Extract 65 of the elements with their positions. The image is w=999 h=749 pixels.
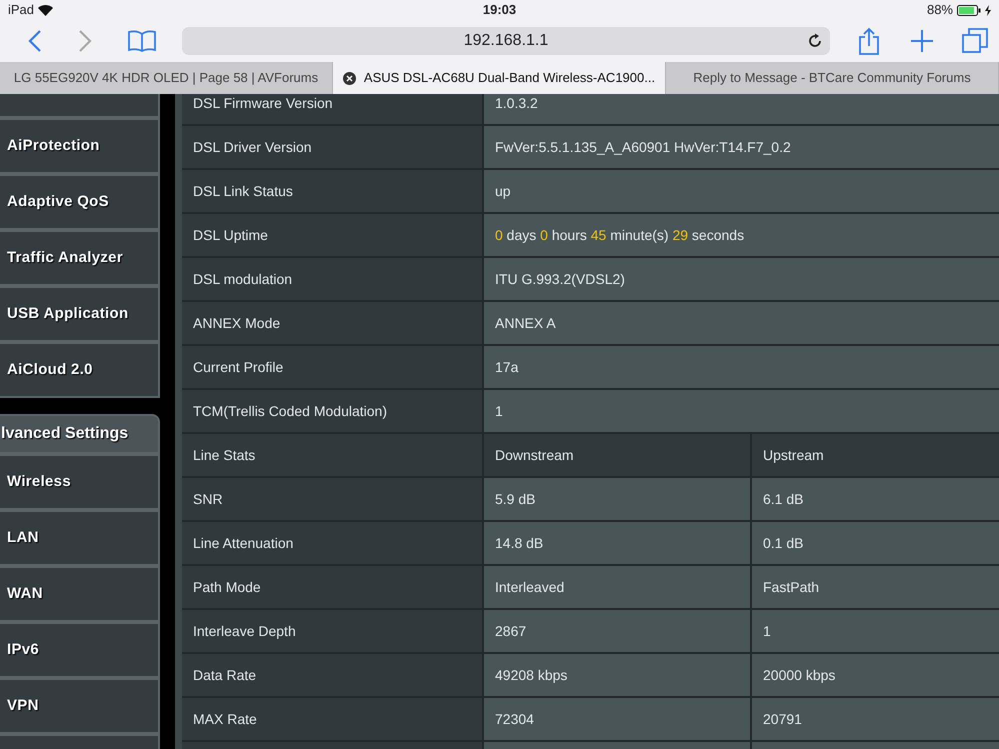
url-text: 192.168.1.1 — [464, 31, 548, 51]
table-cell: FastPath — [752, 566, 999, 608]
column-header: Downstream — [484, 434, 752, 476]
table-cell: Interleaved — [484, 566, 752, 608]
table-cell: 1.0.3.2 — [484, 94, 999, 124]
row-label: DSL Link Status — [182, 170, 484, 212]
row-label: DSL modulation — [182, 258, 484, 300]
close-icon[interactable] — [342, 72, 356, 84]
table-cell: 17a — [484, 346, 999, 388]
table-cell: 49208 kbps — [484, 654, 752, 696]
charging-icon — [985, 4, 991, 16]
reload-icon[interactable] — [807, 33, 823, 49]
menu-item[interactable]: AiProtection — [0, 118, 160, 174]
back-icon[interactable] — [28, 30, 42, 52]
row-label: Data Rate — [182, 654, 484, 696]
device-name: iPad — [8, 1, 34, 20]
table-cell: 14.8 dB — [484, 522, 752, 564]
table-cell: ANNEX A — [484, 302, 999, 344]
table-cell: up — [484, 170, 999, 212]
menu-item[interactable]: Adaptive QoS — [0, 174, 160, 230]
table-cell: 20000 kbps — [752, 654, 999, 696]
row-label: SNR — [182, 478, 484, 520]
menu-item[interactable]: Traffic Analyzer — [0, 230, 160, 286]
menu-item[interactable]: USB Application — [0, 286, 160, 342]
book-icon[interactable] — [128, 30, 156, 52]
row-label: Interleave Depth — [182, 610, 484, 652]
battery-icon — [957, 4, 981, 16]
row-label: TCM(Trellis Coded Modulation) — [182, 390, 484, 432]
menu-item[interactable]: Wireless — [0, 454, 160, 510]
table-cell: 1 — [752, 610, 999, 652]
row-label: MAX Rate — [182, 698, 484, 740]
table-cell: 6.1 dB — [752, 478, 999, 520]
menu-item[interactable]: AiCloud 2.0 — [0, 342, 160, 398]
row-label: Path Mode — [182, 566, 484, 608]
menu-item[interactable]: LAN — [0, 510, 160, 566]
browser-tab[interactable]: ASUS DSL-AC68U Dual-Band Wireless-AC1900... — [333, 62, 666, 94]
row-label: DSL Firmware Version — [182, 94, 484, 124]
row-label: Current Profile — [182, 346, 484, 388]
row-label: ANNEX Mode — [182, 302, 484, 344]
table-cell: FwVer:5.5.1.135_A_A60901 HwVer:T14.F7_0.2 — [484, 126, 999, 168]
row-label: DSL Uptime — [182, 214, 484, 256]
address-field[interactable]: 192.168.1.1 — [182, 27, 830, 55]
battery-percent: 88% — [926, 1, 953, 20]
forward-icon[interactable] — [78, 30, 92, 52]
table-cell: 1 — [484, 390, 999, 432]
row-label: Line Stats — [182, 434, 484, 476]
table-cell: 2867 — [484, 610, 752, 652]
row-label: DSL Driver Version — [182, 126, 484, 168]
wifi-icon — [38, 4, 54, 16]
plus-icon[interactable] — [910, 29, 934, 53]
section-header: lvanced Settings — [0, 414, 160, 454]
share-icon[interactable] — [858, 27, 880, 55]
table-cell: 20791 — [752, 698, 999, 740]
table-cell: 0 days 0 hours 45 minute(s) 29 seconds — [484, 214, 999, 256]
column-header: Upstream — [752, 434, 999, 476]
table-cell: 72304 — [484, 698, 752, 740]
table-cell: 5.9 dB — [484, 478, 752, 520]
table-cell: ITU G.993.2(VDSL2) — [484, 258, 999, 300]
row-label: Line Attenuation — [182, 522, 484, 564]
menu-item[interactable]: VPN — [0, 678, 160, 734]
menu-item[interactable]: WAN — [0, 566, 160, 622]
menu-item[interactable]: IPv6 — [0, 622, 160, 678]
table-cell: 0.1 dB — [752, 522, 999, 564]
clock: 19:03 — [482, 1, 518, 20]
tabs-icon[interactable] — [962, 28, 988, 54]
